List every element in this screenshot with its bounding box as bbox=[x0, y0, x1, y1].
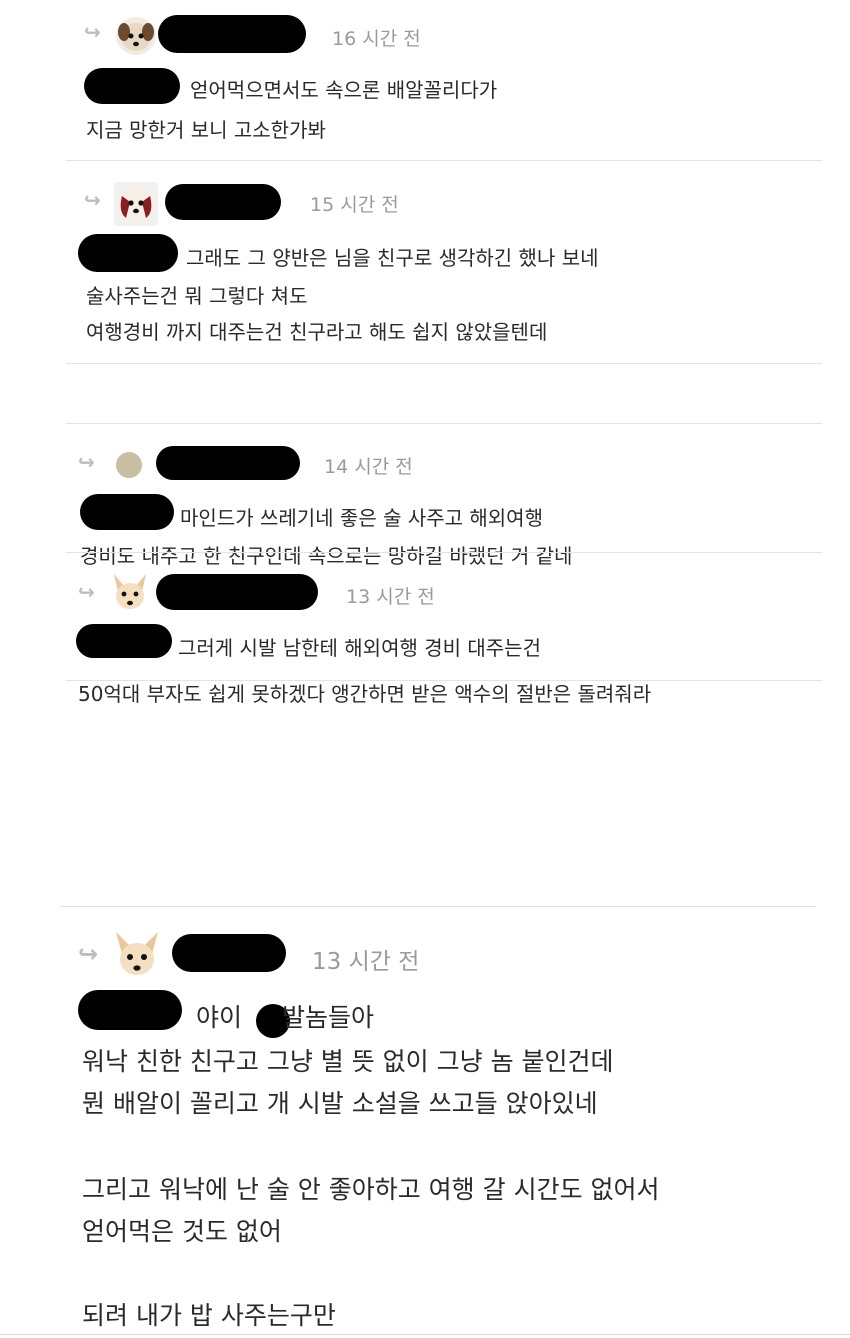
dog-face-icon bbox=[114, 182, 158, 226]
comment-text-line: 야이 bbox=[196, 1003, 243, 1032]
redacted-username bbox=[156, 574, 318, 610]
comment-divider bbox=[66, 423, 822, 424]
comment-divider bbox=[66, 680, 822, 681]
reply-arrow-icon: ↪ bbox=[78, 450, 95, 474]
redacted-mention bbox=[80, 494, 174, 530]
default-avatar-icon bbox=[116, 452, 142, 478]
comment-time: 14 시간 전 bbox=[324, 456, 413, 478]
comment-time: 16 시간 전 bbox=[332, 28, 421, 50]
comment-text-line: 50억대 부자도 쉽게 못하겠다 앵간하면 받은 액수의 절반은 돌려줘라 bbox=[78, 682, 652, 706]
comment-text-line: 경비도 내주고 한 친구인데 속으로는 망하길 바랬던 거 같네 bbox=[80, 544, 573, 568]
comment-text-line: 술사주는건 뭐 그렇다 쳐도 bbox=[86, 284, 308, 308]
redacted-username bbox=[158, 15, 306, 53]
redacted-username bbox=[165, 184, 281, 220]
reply-arrow-icon: ↪ bbox=[78, 940, 99, 968]
comment-divider bbox=[66, 160, 822, 161]
comment-text-line: 지금 망한거 보니 고소한가봐 bbox=[86, 118, 326, 142]
dog-face-icon bbox=[116, 17, 156, 55]
comment-divider bbox=[60, 906, 816, 907]
comment-text-line: 얻어먹은 것도 없어 bbox=[82, 1217, 282, 1246]
comment-text-line: 그리고 워낙에 난 술 안 좋아하고 여행 갈 시간도 없어서 bbox=[82, 1175, 660, 1204]
redacted-mention bbox=[84, 68, 180, 104]
comment-text-line: 워낙 친한 친구고 그냥 별 뜻 없이 그냥 놈 붙인건데 bbox=[82, 1047, 614, 1076]
fox-dog-icon bbox=[108, 572, 152, 614]
comment-divider bbox=[66, 552, 822, 553]
comment-text-line: 마인드가 쓰레기네 좋은 술 사주고 해외여행 bbox=[180, 506, 543, 530]
comment-divider bbox=[0, 1334, 850, 1335]
comment-time: 13 시간 전 bbox=[312, 949, 420, 975]
comment-text-line: 되려 내가 밥 사주는구만 bbox=[82, 1301, 336, 1330]
comment-text-line: 그러게 시발 남한테 해외여행 경비 대주는건 bbox=[178, 636, 541, 660]
comment-text-line: 얻어먹으면서도 속으론 배알꼴리다가 bbox=[190, 78, 498, 102]
redacted-username bbox=[156, 446, 300, 480]
redacted-mention bbox=[78, 990, 182, 1030]
reply-arrow-icon: ↪ bbox=[78, 580, 95, 604]
redacted-mention bbox=[76, 624, 172, 658]
redacted-username bbox=[172, 934, 286, 972]
comment-text-line: 여행경비 까지 대주는건 친구라고 해도 쉽지 않았을텐데 bbox=[86, 320, 548, 344]
reply-arrow-icon: ↪ bbox=[84, 188, 101, 212]
comment-text-line: 그래도 그 양반은 님을 친구로 생각하긴 했나 보네 bbox=[186, 246, 599, 270]
comment-text-line: 뭔 배알이 꼴리고 개 시발 소설을 쓰고들 앉아있네 bbox=[82, 1089, 598, 1118]
reply-arrow-icon: ↪ bbox=[84, 20, 101, 44]
redacted-mention bbox=[78, 234, 178, 272]
comment-time: 13 시간 전 bbox=[346, 586, 435, 608]
comment-text-line: 발놈들아 bbox=[282, 1003, 375, 1032]
comment-time: 15 시간 전 bbox=[310, 194, 399, 216]
fox-dog-icon bbox=[110, 930, 164, 980]
comment-divider bbox=[66, 363, 822, 364]
